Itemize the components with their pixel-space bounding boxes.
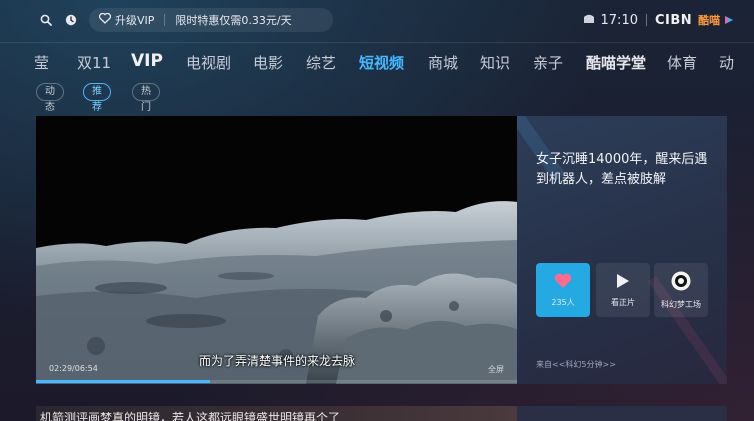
like-button[interactable]: 235人 xyxy=(536,263,590,317)
clock-time: 17:10 xyxy=(600,12,638,28)
fullscreen-button[interactable]: 全屏 xyxy=(488,364,504,375)
progress-bar[interactable] xyxy=(36,380,518,383)
playback-time: 02:29/06:54 xyxy=(49,364,98,373)
history-clock-icon[interactable] xyxy=(63,12,79,28)
tab-recommended[interactable]: 推荐 xyxy=(83,83,111,113)
nav-item-sports[interactable]: 体育 xyxy=(667,52,697,73)
vip-heart-icon xyxy=(98,12,112,27)
progress-bar-fill xyxy=(36,380,210,383)
nav-item-variety[interactable]: 综艺 xyxy=(306,52,336,73)
next-video-side-panel xyxy=(517,406,727,421)
like-count: 235人 xyxy=(551,297,575,307)
play-icon xyxy=(616,273,630,291)
search-icon[interactable] xyxy=(38,12,54,28)
nav-item-kumiao-school[interactable]: 酷喵学堂 xyxy=(586,52,646,73)
vip-promo-text: 限时特惠仅需0.33元/天 xyxy=(175,14,292,27)
channel-name: 科幻梦工场 xyxy=(661,299,701,309)
status-right: 17:10 CIBN 酷喵 xyxy=(583,10,734,30)
divider xyxy=(164,14,166,26)
vip-upgrade-label: 升级VIP xyxy=(115,14,155,27)
video-player[interactable]: 而为了弄清楚事件的来龙去脉 02:29/06:54 全屏 xyxy=(36,116,518,384)
nav-item-clipped-right[interactable]: 动 xyxy=(719,52,734,73)
channel-avatar-icon xyxy=(671,271,691,293)
next-video-card[interactable]: 机箭测评画梦真的明镜，若人这都远眼镜盛世明镜再个了 xyxy=(36,406,518,421)
tab-dynamic[interactable]: 动态 xyxy=(36,83,64,113)
nav-item-movies[interactable]: 电影 xyxy=(253,52,283,73)
home-icon xyxy=(583,13,595,28)
nav-item-knowledge[interactable]: 知识 xyxy=(480,52,510,73)
nav-item-vip[interactable]: VIP xyxy=(131,52,163,71)
channel-button[interactable]: 科幻梦工场 xyxy=(654,263,708,317)
cibn-logo: CIBN xyxy=(654,12,693,28)
category-nav: 莹 双11 VIP 电视剧 电影 综艺 短视频 商城 知识 亲子 酷喵学堂 体育… xyxy=(0,52,754,78)
nav-item-mall[interactable]: 商城 xyxy=(428,52,458,73)
nav-item-tv-series[interactable]: 电视剧 xyxy=(186,52,231,73)
nav-item-kids[interactable]: 亲子 xyxy=(533,52,563,73)
top-divider xyxy=(0,42,754,43)
divider xyxy=(645,14,647,26)
nav-item-double11[interactable]: 双11 xyxy=(77,52,111,73)
watch-full-label: 看正片 xyxy=(611,297,635,307)
heart-icon xyxy=(554,273,572,291)
next-video-title: 机箭测评画梦真的明镜，若人这都远眼镜盛世明镜再个了 xyxy=(40,411,341,421)
video-frame-lunar-surface xyxy=(36,116,518,384)
watch-full-button[interactable]: 看正片 xyxy=(596,263,650,317)
top-bar: 升级VIP 限时特惠仅需0.33元/天 17:10 CIBN 酷喵 xyxy=(0,0,754,40)
nav-item-clipped-left[interactable]: 莹 xyxy=(34,52,49,73)
video-title: 女子沉睡14000年，醒来后遇到机器人，差点被肢解 xyxy=(536,152,708,187)
kumiao-logo: 酷喵 xyxy=(698,12,734,28)
vip-upgrade-banner[interactable]: 升级VIP 限时特惠仅需0.33元/天 xyxy=(89,8,333,32)
kumiao-logo-text: 酷喵 xyxy=(698,14,721,27)
video-subtitle: 而为了弄清楚事件的来龙去脉 xyxy=(198,354,355,368)
tab-hot[interactable]: 热门 xyxy=(132,83,160,113)
video-source: 来自<<科幻5分钟>> xyxy=(536,360,616,369)
video-detail-panel: 女子沉睡14000年，醒来后遇到机器人，差点被肢解 235人 看正片 科幻梦工场… xyxy=(517,116,727,384)
nav-item-short-video[interactable]: 短视频 xyxy=(359,52,404,73)
